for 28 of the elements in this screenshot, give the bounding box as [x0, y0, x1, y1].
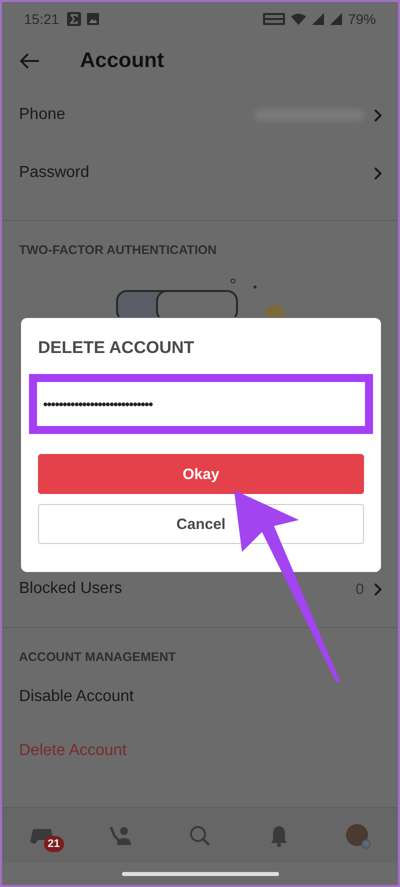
- sigma-icon: [67, 12, 82, 26]
- notification-badge: 21: [44, 836, 64, 852]
- wifi-icon: [290, 13, 306, 25]
- section-heading: ACCOUNT MANAGEMENT: [18, 649, 177, 664]
- signal-icon: [312, 13, 324, 25]
- avatar-icon[interactable]: [345, 822, 372, 848]
- settings-row[interactable]: Phone: [2, 86, 398, 144]
- settings-row[interactable]: Password: [2, 144, 398, 202]
- settings-item[interactable]: Disable Account: [2, 670, 398, 724]
- section-heading: TWO-FACTOR AUTHENTICATION: [18, 242, 218, 257]
- status-time: 15:21: [24, 11, 60, 27]
- signal-icon: [330, 13, 342, 25]
- person-icon[interactable]: [108, 824, 133, 846]
- image-icon: [87, 13, 100, 25]
- settings-item[interactable]: Delete Account: [2, 724, 398, 778]
- confirm-button[interactable]: Okay: [38, 454, 364, 494]
- blocked-users-label[interactable]: Blocked Users: [19, 580, 122, 598]
- password-field[interactable]: ••••••••••••••••••••••••••••: [29, 374, 373, 434]
- page-title: Account: [80, 49, 164, 73]
- chevron-icon: [374, 108, 382, 122]
- chevron-icon: [374, 582, 382, 596]
- search-icon[interactable]: [188, 824, 211, 846]
- bell-icon[interactable]: [270, 824, 288, 846]
- blocked-count: 0: [356, 580, 364, 598]
- dialog-title: DELETE ACCOUNT: [38, 338, 196, 358]
- battery-percent: 79%: [348, 11, 376, 27]
- back-arrow-icon[interactable]: [20, 53, 40, 69]
- chevron-icon: [374, 166, 382, 180]
